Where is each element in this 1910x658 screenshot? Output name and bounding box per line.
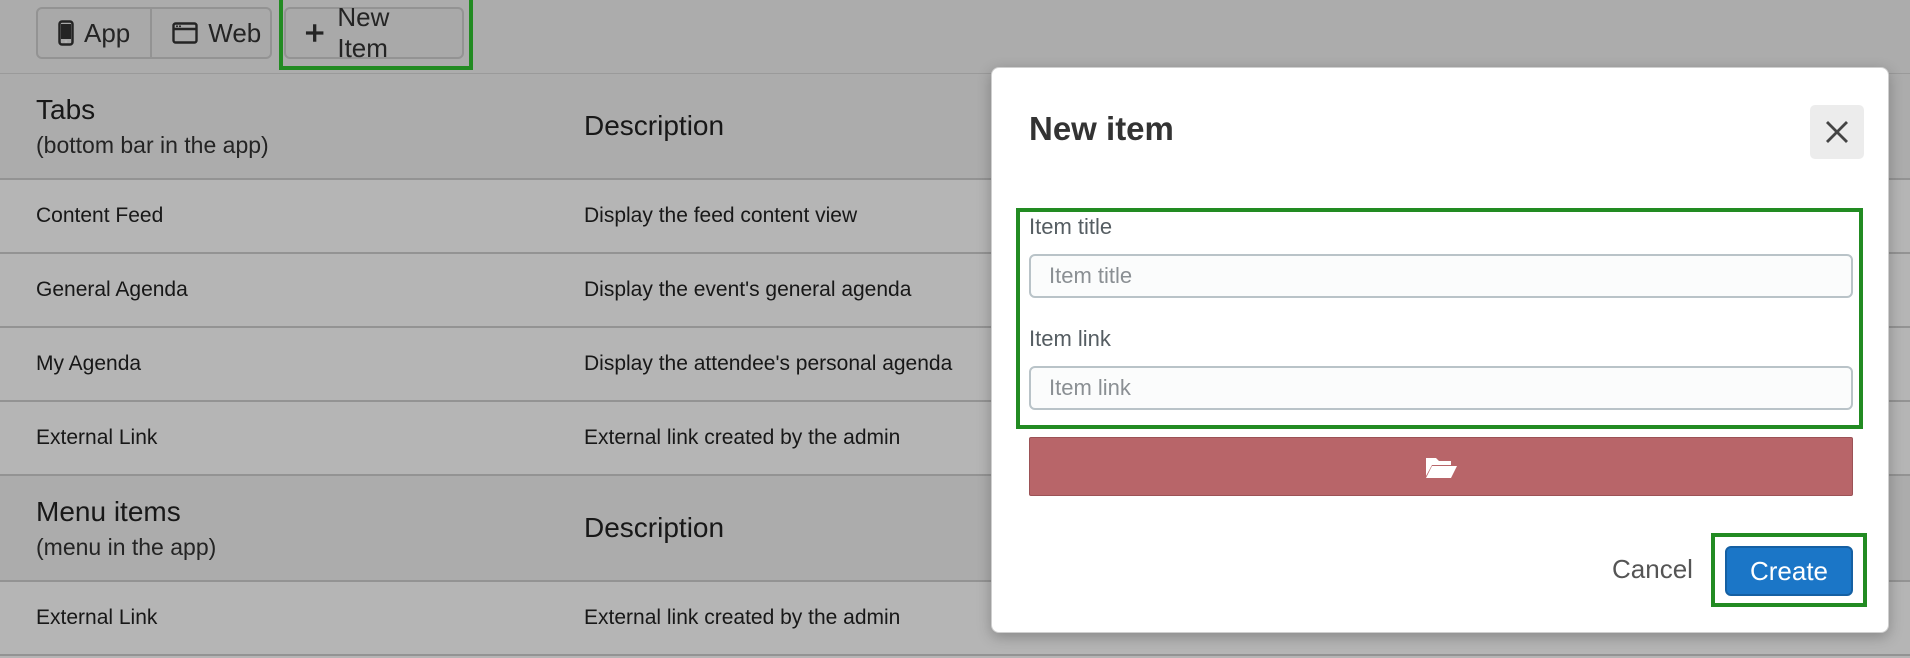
new-item-dialog: New item Item title Item link Cancel Cre… (991, 67, 1889, 633)
create-button[interactable]: Create (1725, 546, 1853, 596)
folder-open-icon (1426, 457, 1457, 478)
close-button[interactable] (1810, 105, 1864, 159)
close-icon (1826, 121, 1848, 143)
dialog-title: New item (1029, 110, 1174, 147)
cancel-button[interactable]: Cancel (1612, 554, 1693, 585)
upload-file-button[interactable] (1029, 437, 1853, 496)
item-link-label: Item link (1029, 326, 1111, 351)
item-title-input[interactable] (1029, 254, 1853, 298)
item-link-input[interactable] (1029, 366, 1853, 410)
item-title-label: Item title (1029, 214, 1113, 239)
